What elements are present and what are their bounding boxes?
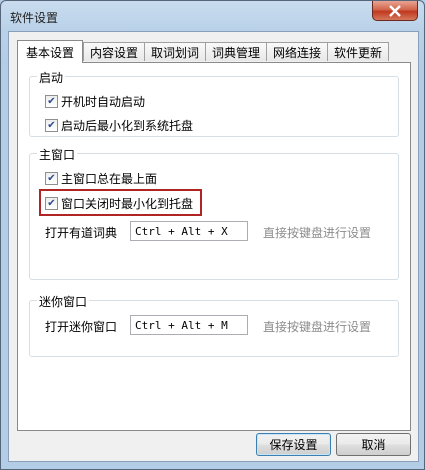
checkmark-icon: ✔ — [47, 95, 56, 107]
auto-start-option[interactable]: ✔ 开机时自动启动 — [45, 93, 145, 110]
tab-dictionary-management[interactable]: 词典管理 — [205, 42, 267, 61]
save-settings-button[interactable]: 保存设置 — [256, 433, 331, 456]
minimize-on-close-checkbox[interactable]: ✔ — [45, 197, 58, 210]
checkmark-icon: ✔ — [47, 119, 56, 131]
basic-settings-panel: 启动 ✔ 开机时自动启动 ✔ 启动后最小化到系统托盘 主窗口 ✔ 主窗口总在最上… — [17, 62, 411, 431]
main-window-group-title: 主窗口 — [37, 146, 78, 163]
open-mini-hotkey-hint: 直接按键盘进行设置 — [263, 320, 372, 334]
tab-software-update[interactable]: 软件更新 — [327, 42, 389, 61]
startup-group-title: 启动 — [37, 69, 66, 86]
start-minimized-checkbox[interactable]: ✔ — [45, 119, 58, 132]
minimize-on-close-option[interactable]: ✔ 窗口关闭时最小化到托盘 — [45, 195, 193, 212]
dialog-client-area: 基本设置 内容设置 取词划词 词典管理 网络连接 软件更新 启动 ✔ 开机时自动… — [8, 31, 419, 462]
tab-word-capture[interactable]: 取词划词 — [144, 42, 206, 61]
open-dict-hotkey-label: 打开有道词典 — [45, 226, 118, 240]
mini-window-group-title: 迷你窗口 — [37, 293, 90, 310]
close-icon — [389, 4, 401, 17]
open-mini-hotkey-field[interactable]: Ctrl + Alt + M — [130, 315, 248, 335]
open-dict-hotkey-field[interactable]: Ctrl + Alt + X — [130, 221, 248, 241]
always-on-top-checkbox[interactable]: ✔ — [45, 172, 58, 185]
start-minimized-label: 启动后最小化到系统托盘 — [61, 119, 194, 133]
window-title: 软件设置 — [10, 11, 59, 25]
mini-window-group: 迷你窗口 打开迷你窗口 Ctrl + Alt + M 直接按键盘进行设置 — [29, 293, 399, 357]
checkmark-icon: ✔ — [47, 197, 56, 209]
auto-start-label: 开机时自动启动 — [61, 95, 146, 109]
start-minimized-option[interactable]: ✔ 启动后最小化到系统托盘 — [45, 117, 193, 134]
open-mini-hotkey-label: 打开迷你窗口 — [45, 320, 118, 334]
main-window-group: 主窗口 ✔ 主窗口总在最上面 ✔ 窗口关闭时最小化到托盘 打开有道词典 Ctrl… — [29, 146, 399, 280]
startup-group: 启动 ✔ 开机时自动启动 ✔ 启动后最小化到系统托盘 — [29, 69, 399, 137]
open-dict-hotkey-hint: 直接按键盘进行设置 — [263, 226, 372, 240]
tab-network-connection[interactable]: 网络连接 — [266, 42, 328, 61]
tab-basic-settings[interactable]: 基本设置 — [17, 40, 83, 63]
minimize-on-close-label: 窗口关闭时最小化到托盘 — [61, 197, 194, 211]
cancel-button[interactable]: 取消 — [336, 433, 411, 456]
always-on-top-option[interactable]: ✔ 主窗口总在最上面 — [45, 170, 157, 187]
close-button[interactable] — [372, 1, 418, 21]
auto-start-checkbox[interactable]: ✔ — [45, 95, 58, 108]
tab-content-settings[interactable]: 内容设置 — [83, 42, 145, 61]
settings-window: 软件设置 基本设置 内容设置 取词划词 词典管理 网络连接 软件更新 启动 ✔ … — [0, 0, 425, 470]
checkmark-icon: ✔ — [47, 172, 56, 184]
always-on-top-label: 主窗口总在最上面 — [61, 172, 158, 186]
